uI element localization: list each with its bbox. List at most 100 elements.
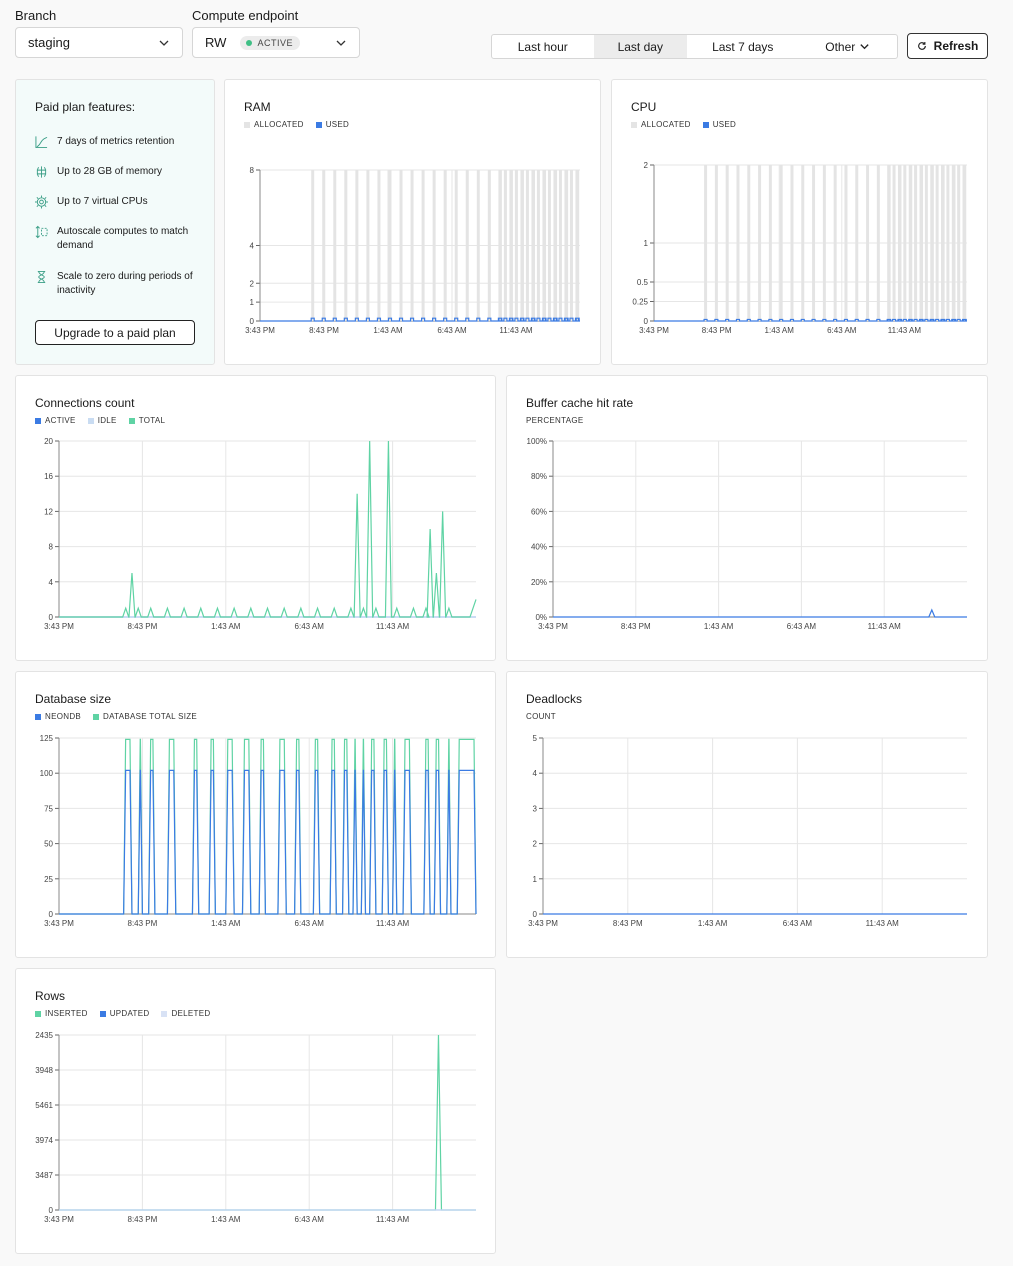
- x-tick-label: 8:43 PM: [613, 919, 643, 928]
- feature-text: Autoscale computes to match demand: [57, 226, 189, 251]
- x-tick-label: 6:43 AM: [295, 622, 325, 631]
- allocated-bar: [908, 165, 912, 321]
- allocated-bar: [366, 170, 370, 321]
- y-tick-label: 0: [49, 1206, 54, 1215]
- rows-card: Rows INSERTED UPDATED DELETED 0 3487 3974 5…: [15, 968, 496, 1254]
- deadlocks-card: Deadlocks COUNT 0 1 2 3 4 5 3:43 PM 8:43 PM 1:43…: [506, 671, 988, 958]
- allocated-bar: [736, 165, 740, 321]
- allocated-bar: [930, 165, 934, 321]
- range-last-hour[interactable]: Last hour: [492, 35, 594, 58]
- x-tick-label: 8:43 PM: [309, 326, 339, 335]
- x-tick-label: 3:43 PM: [639, 326, 669, 335]
- allocated-bar: [914, 165, 918, 321]
- buffer-card: Buffer cache hit rate PERCENTAGE 0% 20% 40…: [506, 375, 988, 661]
- allocated-bar: [962, 165, 966, 321]
- cpu-chart: 0 0.25 0.5 1 2 3:43 PM 8:43 PM 1:43 AM 6:43 AM 11…: [632, 161, 967, 335]
- y-tick-label: 0.5: [637, 278, 649, 287]
- series-line: [59, 1034, 476, 1211]
- feature-cpu: Up to 7 virtual CPUs: [35, 195, 205, 209]
- y-tick-label: 4: [250, 242, 255, 251]
- y-tick-label: 125: [40, 734, 54, 743]
- allocated-bar: [822, 165, 826, 321]
- x-tick-label: 8:43 PM: [702, 326, 732, 335]
- y-tick-label: 3487: [35, 1171, 53, 1180]
- feature-text: 7 days of metrics retention: [57, 136, 175, 147]
- range-last-7-days[interactable]: Last 7 days: [687, 35, 798, 58]
- feature-retention: 7 days of metrics retention: [35, 135, 205, 149]
- endpoint-select[interactable]: RW ACTIVE: [192, 27, 360, 58]
- feature-text: Scale to zero during periods of inactivi…: [57, 271, 193, 296]
- x-tick-label: 3:43 PM: [44, 1215, 74, 1224]
- y-tick-label: 0: [49, 910, 54, 919]
- y-tick-label: 40%: [531, 543, 547, 552]
- refresh-icon: [917, 42, 926, 50]
- chevron-down-icon: [336, 40, 346, 46]
- allocated-bar: [465, 170, 469, 321]
- x-tick-label: 8:43 PM: [128, 622, 158, 631]
- allocated-bar: [432, 170, 436, 321]
- allocated-bar: [768, 165, 772, 321]
- used-line: [654, 318, 967, 322]
- x-tick-label: 11:43 AM: [376, 622, 410, 631]
- refresh-button[interactable]: Refresh: [907, 33, 988, 59]
- y-tick-label: 2: [533, 840, 538, 849]
- allocated-bar: [503, 170, 507, 321]
- x-tick-label: 11:43 AM: [868, 622, 902, 631]
- x-tick-label: 6:43 AM: [827, 326, 857, 335]
- allocated-bar: [377, 170, 381, 321]
- allocated-bar: [531, 170, 535, 321]
- allocated-bar: [855, 165, 859, 321]
- y-tick-label: 0.25: [632, 298, 648, 307]
- dbsize-chart: 0 25 50 75 100 125 3:43 PM 8:43 PM 1:43 AM 6:43 A…: [40, 734, 477, 928]
- y-tick-label: 12: [44, 507, 53, 516]
- status-badge: ACTIVE: [240, 35, 300, 50]
- y-tick-label: 5: [533, 734, 538, 743]
- allocated-bar: [569, 170, 573, 321]
- x-tick-label: 6:43 AM: [295, 919, 325, 928]
- feature-autoscale: Autoscale computes to match demand: [35, 225, 205, 253]
- series-line: [553, 608, 967, 618]
- y-tick-label: 3948: [35, 1066, 53, 1075]
- allocated-bar: [725, 165, 729, 321]
- status-badge-label: ACTIVE: [257, 37, 293, 48]
- allocated-bar: [311, 170, 315, 321]
- y-tick-label: 8: [250, 166, 255, 175]
- range-last-day[interactable]: Last day: [593, 35, 688, 58]
- y-tick-label: 75: [44, 804, 53, 813]
- allocated-bar: [553, 170, 557, 321]
- branch-select[interactable]: staging: [15, 27, 183, 58]
- y-tick-label: 4: [49, 578, 54, 587]
- y-tick-label: 2: [250, 279, 255, 288]
- y-tick-label: 16: [44, 472, 53, 481]
- x-tick-label: 8:43 PM: [621, 622, 651, 631]
- autoscale-icon: [35, 225, 48, 239]
- feature-memory: Up to 28 GB of memory: [35, 165, 205, 179]
- allocated-bar: [897, 165, 901, 321]
- allocated-bar: [779, 165, 783, 321]
- y-tick-label: 2: [644, 161, 649, 170]
- allocated-bar: [833, 165, 837, 321]
- y-tick-label: 3974: [35, 1136, 53, 1145]
- endpoint-label: Compute endpoint: [192, 8, 299, 23]
- time-range-selector: Last hour Last day Last 7 days Other: [491, 34, 898, 59]
- upgrade-button[interactable]: Upgrade to a paid plan: [35, 320, 195, 345]
- allocated-bar: [558, 170, 562, 321]
- y-tick-label: 5461: [35, 1101, 53, 1110]
- y-tick-label: 100: [40, 769, 54, 778]
- allocated-bar: [957, 165, 961, 321]
- x-tick-label: 3:43 PM: [44, 919, 74, 928]
- y-tick-label: 0: [49, 613, 54, 622]
- range-other[interactable]: Other: [798, 35, 897, 58]
- allocated-bar: [812, 165, 816, 321]
- chevron-down-icon: [159, 40, 169, 46]
- feature-scale-to-zero: Scale to zero during periods of inactivi…: [35, 270, 205, 298]
- y-tick-label: 1: [250, 298, 255, 307]
- series-line: [59, 440, 477, 618]
- paid-plan-card: Paid plan features: 7 days of metrics re…: [15, 79, 215, 365]
- y-tick-label: 0: [533, 910, 538, 919]
- x-tick-label: 1:43 AM: [373, 326, 403, 335]
- allocated-bar: [454, 170, 458, 321]
- y-tick-label: 60%: [531, 507, 547, 516]
- y-tick-label: 2435: [35, 1031, 53, 1040]
- allocated-bar: [747, 165, 751, 321]
